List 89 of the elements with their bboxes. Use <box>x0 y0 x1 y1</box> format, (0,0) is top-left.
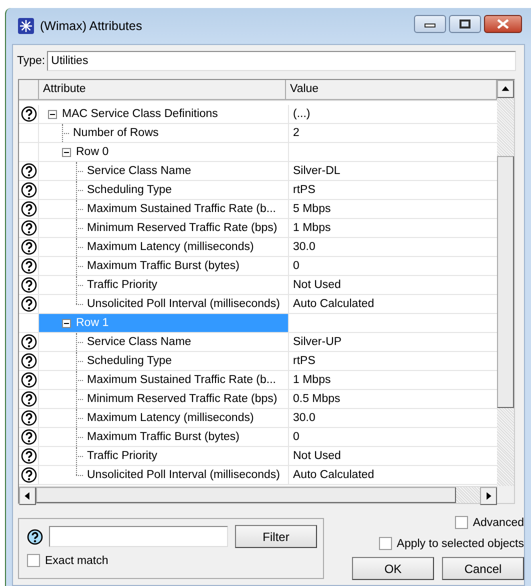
type-label: Type: <box>17 55 46 67</box>
tree-row[interactable]: Service Class Name <box>39 162 289 180</box>
attribute-value: 0 <box>293 431 300 443</box>
attribute-name: Service Class Name <box>87 336 192 348</box>
attribute-value: rtPS <box>293 184 316 196</box>
attribute-value: Auto Calculated <box>293 298 374 310</box>
tree-row[interactable]: Unsolicited Poll Interval (milliseconds) <box>39 466 289 484</box>
collapse-icon[interactable] <box>62 318 71 328</box>
attribute-value: 2 <box>293 127 300 139</box>
tree-row[interactable]: Minimum Reserved Traffic Rate (bps) <box>39 390 289 408</box>
checkbox[interactable] <box>454 516 468 529</box>
tree-row[interactable]: Service Class Name <box>39 333 289 351</box>
scroll-thumb[interactable] <box>497 156 514 408</box>
tree-row[interactable]: Traffic Priority <box>39 447 289 465</box>
tree-row[interactable]: Row 0 <box>39 143 289 161</box>
help-icon[interactable] <box>27 528 43 544</box>
attribute-value: Not Used <box>293 450 341 462</box>
attribute-name: Maximum Sustained Traffic Rate (b... <box>87 374 276 386</box>
scroll-thumb[interactable] <box>36 487 456 503</box>
tree-row[interactable]: Maximum Sustained Traffic Rate (b... <box>39 200 289 218</box>
tree-row[interactable]: Maximum Traffic Burst (bytes) <box>39 428 289 446</box>
attribute-value: (...) <box>293 108 310 120</box>
tree-row[interactable]: Unsolicited Poll Interval (milliseconds) <box>39 295 289 313</box>
checkbox-label: Exact match <box>45 554 108 566</box>
filter-button[interactable]: Filter <box>235 525 317 548</box>
attribute-name: Traffic Priority <box>87 450 158 462</box>
collapse-icon[interactable] <box>62 148 71 156</box>
vertical-scrollbar[interactable] <box>497 80 514 486</box>
attribute-value: Silver-UP <box>293 336 342 348</box>
tree-row[interactable]: Traffic Priority <box>39 276 289 294</box>
attribute-name: Minimum Reserved Traffic Rate (bps) <box>87 222 278 234</box>
attribute-name: MAC Service Class Definitions <box>62 108 218 120</box>
maximize-icon <box>459 19 471 29</box>
tree-row[interactable]: Maximum Latency (milliseconds) <box>39 409 289 427</box>
tree-row[interactable]: Maximum Latency (milliseconds) <box>39 238 289 256</box>
attribute-name: Unsolicited Poll Interval (milliseconds) <box>87 469 280 481</box>
attribute-name: Service Class Name <box>87 165 192 177</box>
window-title: (Wimax) Attributes <box>40 19 144 33</box>
column-header[interactable]: Attribute <box>39 80 286 99</box>
attribute-value: 5 Mbps <box>293 203 331 215</box>
checkbox[interactable] <box>27 554 40 567</box>
checkbox[interactable] <box>378 537 392 550</box>
attribute-name: Unsolicited Poll Interval (milliseconds) <box>87 298 280 310</box>
horizontal-scrollbar[interactable] <box>19 486 497 503</box>
attribute-value: 0 <box>293 260 300 272</box>
attribute-name: Maximum Traffic Burst (bytes) <box>87 431 240 443</box>
attribute-name: Row 1 <box>76 317 109 329</box>
filter-field[interactable] <box>49 526 228 547</box>
app-icon <box>18 18 34 34</box>
tree-row[interactable]: Minimum Reserved Traffic Rate (bps) <box>39 219 289 237</box>
dialog-button[interactable]: Cancel <box>442 557 524 580</box>
attribute-value: 0.5 Mbps <box>293 393 340 405</box>
attribute-value: 30.0 <box>293 241 316 253</box>
attribute-value: 30.0 <box>293 412 316 424</box>
attribute-name: Minimum Reserved Traffic Rate (bps) <box>87 393 278 405</box>
minimize-button[interactable] <box>414 15 446 33</box>
attribute-name: Maximum Latency (milliseconds) <box>87 412 254 424</box>
attribute-value: Not Used <box>293 279 341 291</box>
scroll-right-button[interactable] <box>480 487 497 505</box>
attribute-name: Scheduling Type <box>87 355 172 367</box>
dialog-button[interactable]: OK <box>352 557 434 580</box>
checkbox-label: Advanced <box>472 516 524 528</box>
tree-row[interactable]: Maximum Sustained Traffic Rate (b... <box>39 371 289 389</box>
tree-row[interactable]: Maximum Traffic Burst (bytes) <box>39 257 289 275</box>
attribute-value: 1 Mbps <box>293 374 331 386</box>
attribute-name: Maximum Traffic Burst (bytes) <box>87 260 240 272</box>
scroll-up-button[interactable] <box>497 80 514 98</box>
close-icon <box>496 19 510 29</box>
collapse-icon[interactable] <box>48 110 57 118</box>
type-field[interactable]: Utilities <box>47 51 516 71</box>
tree-row[interactable]: MAC Service Class Definitions <box>39 105 289 123</box>
tree-row[interactable]: Scheduling Type <box>39 352 289 370</box>
maximize-button[interactable] <box>449 15 481 33</box>
tree-row[interactable]: Scheduling Type <box>39 181 289 199</box>
checkbox-label: Apply to selected objects <box>396 538 524 550</box>
attribute-name: Maximum Latency (milliseconds) <box>87 241 254 253</box>
tree-row[interactable]: Number of Rows <box>39 124 289 142</box>
attribute-name: Traffic Priority <box>87 279 158 291</box>
scroll-left-button[interactable] <box>19 487 36 505</box>
attribute-name: Number of Rows <box>73 127 159 139</box>
attribute-value: Auto Calculated <box>293 469 374 481</box>
attribute-value: 1 Mbps <box>293 222 331 234</box>
scrollbar-corner <box>497 486 514 503</box>
attribute-name: Scheduling Type <box>87 184 172 196</box>
attribute-value: rtPS <box>293 355 316 367</box>
attribute-value: Silver-DL <box>293 165 340 177</box>
close-button[interactable] <box>484 15 522 33</box>
attribute-name: Maximum Sustained Traffic Rate (b... <box>87 203 276 215</box>
attribute-name: Row 0 <box>76 146 109 158</box>
